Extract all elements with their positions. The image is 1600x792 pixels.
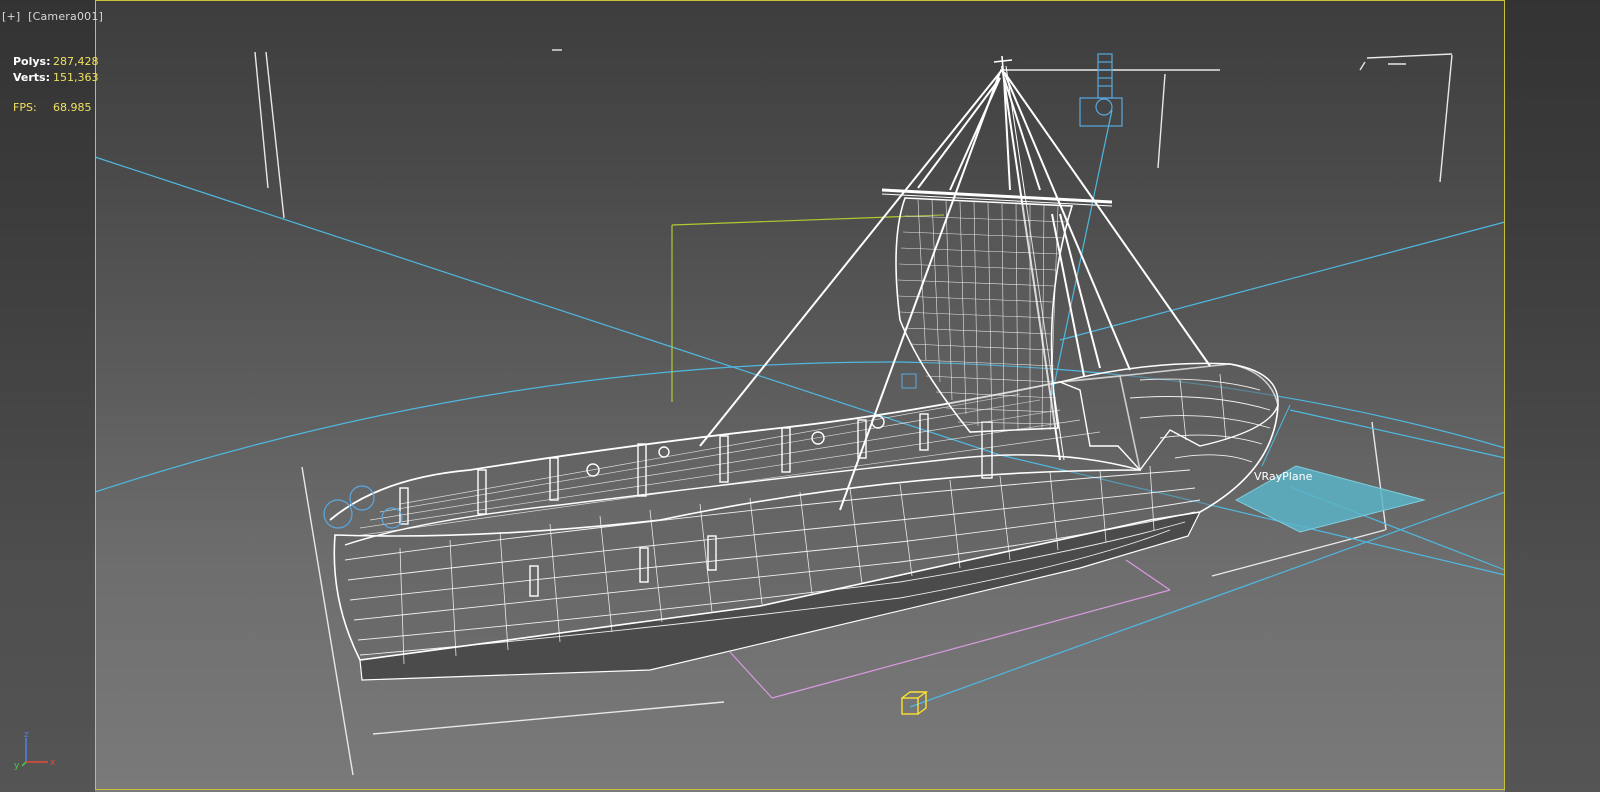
fps-stat: FPS: 68.985 (13, 100, 99, 116)
statistics-overlay: Polys: 287,428 Verts: 151,363 FPS: 68.985 (13, 54, 99, 116)
camera-viewport[interactable]: [+] [Camera001] Polys: 287,428 Verts: 151,… (0, 0, 1600, 792)
polys-stat: Polys: 287,428 (13, 54, 99, 70)
viewport-label: [+] [Camera001] (2, 10, 107, 23)
ship-wireframe[interactable] (323, 55, 1279, 681)
verts-value: 151,363 (53, 71, 99, 84)
sail[interactable] (895, 197, 1074, 433)
axis-y-label: y (14, 761, 20, 770)
polys-label: Polys: (13, 55, 51, 68)
vray-plane-label[interactable]: VRayPlane (1254, 470, 1312, 483)
omni-light-icon[interactable] (1079, 53, 1123, 127)
axis-z-label: z (24, 730, 29, 740)
axis-x-label: x (50, 758, 56, 768)
viewport-menu-button[interactable]: [+] (2, 10, 20, 23)
pivot-marker (901, 373, 917, 389)
axis-tripod-icon: z x y (14, 730, 56, 770)
fps-label: FPS: (13, 101, 37, 114)
scene-canvas[interactable] (0, 0, 1600, 792)
fps-value: 68.985 (53, 101, 92, 114)
polys-value: 287,428 (53, 55, 99, 68)
camera-name-button[interactable]: [Camera001] (28, 10, 103, 23)
verts-label: Verts: (13, 71, 51, 84)
verts-stat: Verts: 151,363 (13, 70, 99, 86)
